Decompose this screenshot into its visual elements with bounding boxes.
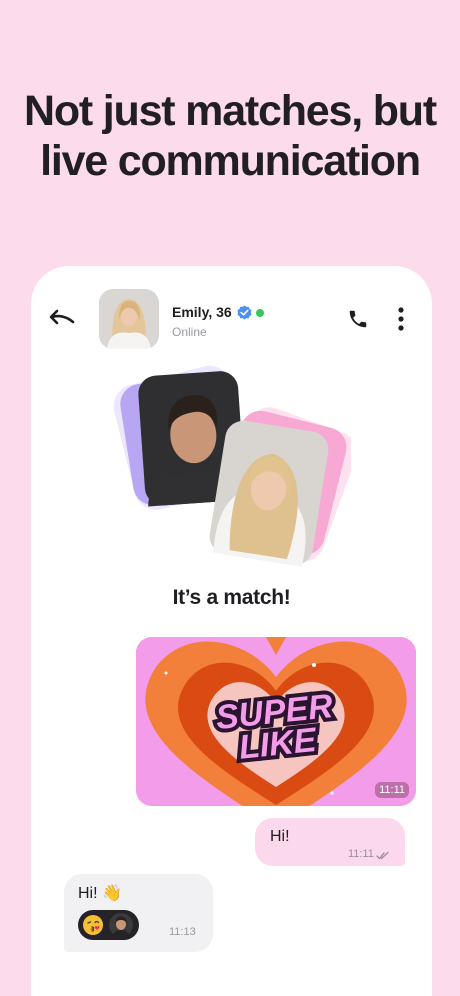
contact-name[interactable]: Emily, 36: [172, 304, 232, 320]
promo-headline: Not just matches, but live communication: [0, 86, 460, 186]
superlike-heart-art: SUPER LIKE: [136, 637, 416, 806]
more-options-button[interactable]: [392, 306, 410, 332]
back-arrow-icon: [49, 309, 75, 325]
match-photos: [113, 365, 351, 567]
phone-icon: [349, 310, 367, 328]
match-title: It’s a match!: [172, 586, 291, 609]
woman-photo: [209, 420, 329, 567]
incoming-message-bubble[interactable]: Hi! 👋 11:13: [64, 874, 213, 952]
verified-badge-icon: [237, 305, 252, 320]
back-button[interactable]: [47, 304, 77, 334]
more-vertical-icon: [398, 307, 404, 331]
online-indicator-icon: [256, 309, 264, 317]
avatar[interactable]: [99, 289, 159, 349]
message-text: Hi! 👋: [78, 885, 122, 902]
contact-status: Online: [172, 325, 207, 339]
kiss-emoji-icon: [83, 915, 103, 935]
headline-line-1: Not just matches, but: [23, 87, 437, 135]
chat-screen: Emily, 36 Online It’s a match! SUPER LIK…: [31, 266, 432, 996]
reactor-avatar: [109, 913, 133, 937]
message-time: 11:13: [169, 926, 196, 938]
message-text: Hi!: [270, 828, 290, 845]
superlike-message[interactable]: SUPER LIKE 11:11: [136, 637, 416, 806]
headline-line-2: live communication: [40, 137, 421, 185]
message-time: 11:11: [348, 848, 374, 860]
outgoing-message-bubble[interactable]: Hi! 11:11: [255, 818, 405, 866]
superlike-time: 11:11: [375, 782, 409, 798]
call-button[interactable]: [345, 306, 371, 332]
double-check-icon: [376, 851, 389, 860]
reaction-badge[interactable]: [78, 910, 139, 940]
